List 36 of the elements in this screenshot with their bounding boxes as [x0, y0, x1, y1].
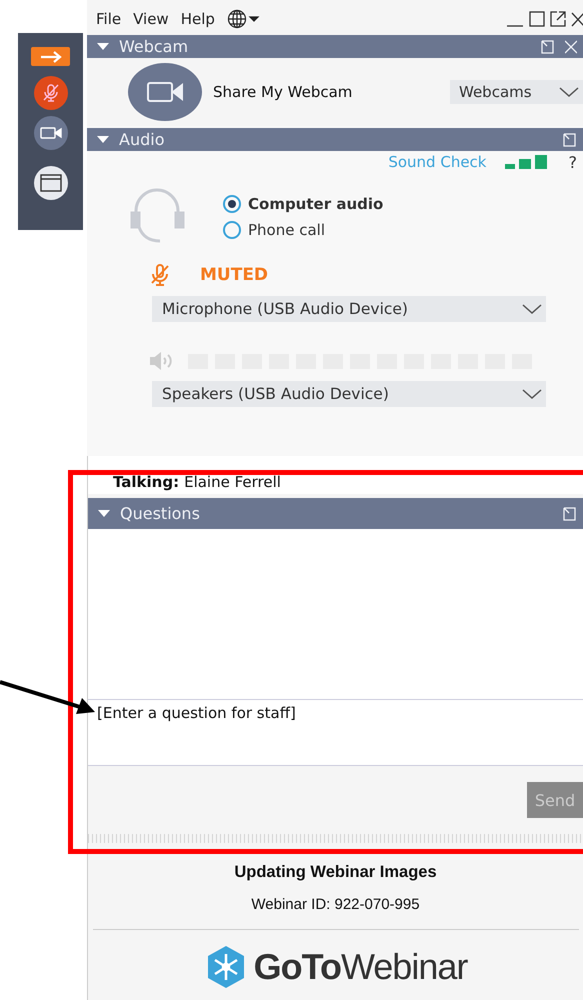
section-header[interactable]: Questions — [88, 498, 583, 529]
close-icon[interactable] — [571, 11, 583, 27]
share-webcam-label: Share My Webcam — [213, 83, 352, 101]
speaker-name: Elaine Ferrell — [184, 473, 281, 491]
collapse-triangle-icon[interactable] — [98, 510, 110, 518]
audio-option-radio[interactable]: Computer audio — [223, 195, 384, 213]
webinar-id: Webinar ID: 922-070-995 — [251, 896, 420, 913]
video-camera-icon[interactable] — [34, 116, 68, 150]
pop-out-icon[interactable] — [550, 11, 566, 27]
section-title: Audio — [119, 130, 164, 149]
microphone-dropdown[interactable]: Microphone (USB Audio Device) — [152, 296, 546, 322]
gotowebinar-logo-text: GoToWebinar — [254, 946, 468, 988]
window-icon[interactable] — [34, 166, 68, 200]
speakers-dropdown[interactable]: Speakers (USB Audio Device) — [152, 381, 546, 407]
menu-item[interactable]: Help — [180, 10, 215, 28]
menu-item[interactable]: View — [133, 10, 169, 28]
question-input-field[interactable]: [Enter a question for staff] — [88, 700, 583, 766]
section-title: Webcam — [119, 37, 188, 56]
talking-label: Talking: — [113, 473, 180, 491]
muted-status: MUTED — [200, 265, 268, 285]
collapse-triangle-icon[interactable] — [97, 42, 109, 50]
video-camera-icon — [147, 82, 183, 102]
microphone-icon[interactable] — [34, 76, 68, 110]
section-title: Questions — [120, 504, 200, 523]
audio-option-radio[interactable]: Phone call — [223, 221, 384, 239]
chevron-down-icon — [522, 304, 542, 314]
maximize-icon[interactable] — [529, 11, 545, 27]
help-icon[interactable]: ? — [568, 152, 577, 172]
chevron-down-icon — [559, 87, 579, 97]
menu-item[interactable]: File — [96, 10, 122, 28]
section-header[interactable]: Audio — [87, 128, 583, 151]
chevron-down-icon — [522, 389, 542, 399]
webinar-title: Updating Webinar Images — [234, 863, 437, 882]
webcams-dropdown[interactable]: Webcams — [450, 80, 583, 104]
collapse-triangle-icon[interactable] — [97, 136, 109, 144]
section-header[interactable]: Webcam — [87, 35, 583, 58]
